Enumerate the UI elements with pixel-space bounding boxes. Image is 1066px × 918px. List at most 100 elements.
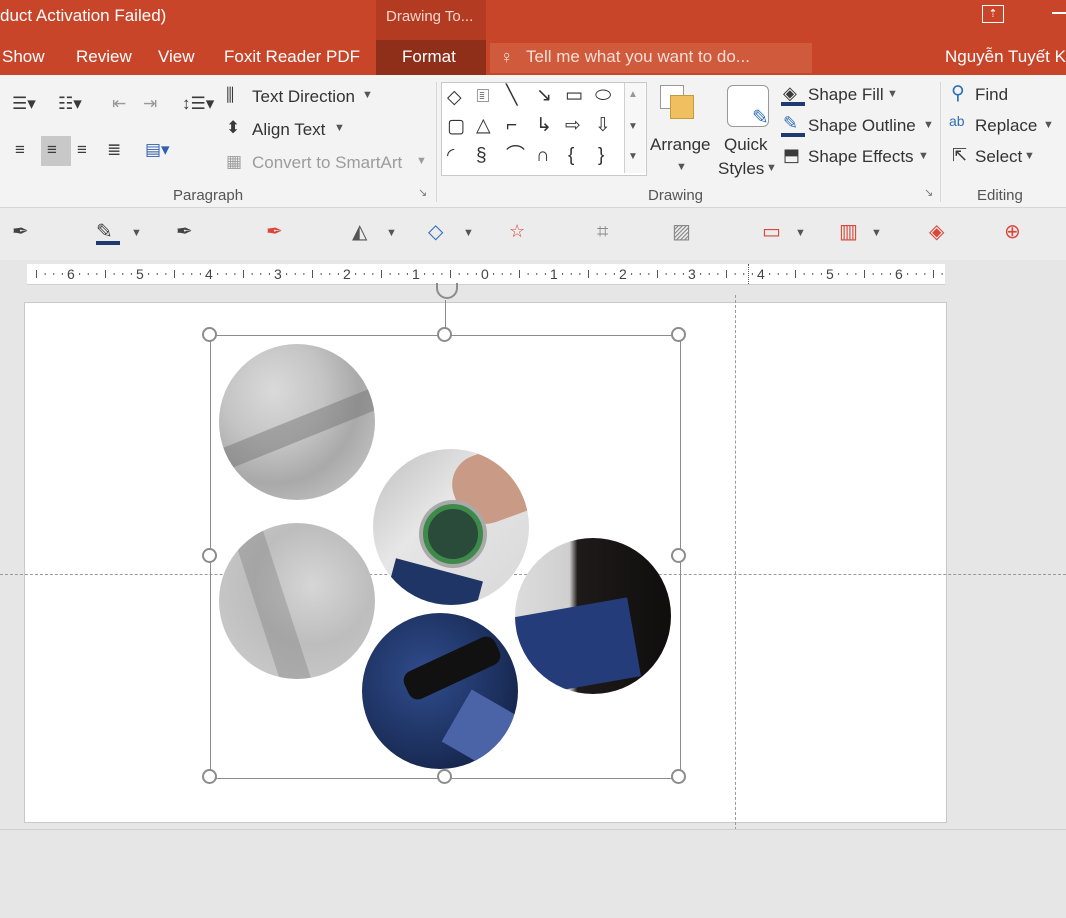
rotate-handle-icon[interactable] xyxy=(436,283,458,299)
chevron-down-icon[interactable]: ▼ xyxy=(334,123,345,134)
right-brace-shape-icon[interactable]: } xyxy=(598,146,604,165)
arrow-line-shape-icon[interactable]: ↘ xyxy=(536,86,552,105)
chevron-down-icon[interactable]: ▼ xyxy=(362,90,373,101)
eyedropper-icon[interactable]: ✒ xyxy=(176,222,193,242)
arc-shape-icon[interactable]: ⌒ xyxy=(506,146,525,165)
chevron-down-icon[interactable]: ▼ xyxy=(463,228,474,239)
justify-icon[interactable]: ≣ xyxy=(107,141,121,158)
elbow-connector-shape-icon[interactable]: ⌐ xyxy=(506,116,517,135)
select-cursor-icon[interactable]: ⇱ xyxy=(952,146,967,164)
resize-handle[interactable] xyxy=(671,548,686,563)
tell-me-placeholder[interactable]: Tell me what you want to do... xyxy=(526,47,750,67)
chevron-down-icon[interactable]: ▼ xyxy=(1043,120,1054,131)
right-arrow-shape-icon[interactable]: ⇨ xyxy=(565,116,581,135)
gallery-up-icon[interactable]: ▲ xyxy=(628,90,638,100)
target-icon[interactable]: ⊕ xyxy=(1004,222,1021,242)
chevron-down-icon[interactable]: ▼ xyxy=(676,162,687,173)
diamond-shape-icon[interactable]: ◇ xyxy=(447,88,462,107)
shape-tool-icon[interactable]: ◭ xyxy=(352,222,367,242)
oval-shape-icon[interactable]: ⬭ xyxy=(595,86,611,105)
chevron-down-icon[interactable]: ▼ xyxy=(887,89,898,100)
resize-handle[interactable] xyxy=(202,327,217,342)
decrease-indent-icon[interactable]: ⇤ xyxy=(112,95,126,112)
bullets-icon[interactable]: ☰▾ xyxy=(12,95,36,112)
down-arrow-shape-icon[interactable]: ⇩ xyxy=(595,116,611,135)
layers-icon[interactable]: ◈ xyxy=(929,222,944,242)
text-direction-icon[interactable]: ⫼ xyxy=(226,86,234,104)
align-text-button[interactable]: Align Text xyxy=(252,120,325,140)
chevron-down-icon[interactable]: ▼ xyxy=(923,120,934,131)
align-text-icon[interactable]: ⬍ xyxy=(226,119,240,136)
find-icon[interactable]: ⚲ xyxy=(951,84,965,103)
shapes-tool-icon[interactable]: ◇ xyxy=(428,222,443,242)
chevron-down-icon[interactable]: ▼ xyxy=(131,228,142,239)
smartart-icon[interactable]: ▦ xyxy=(226,153,242,170)
replace-button[interactable]: Replace xyxy=(975,116,1037,136)
textbox-shape-icon[interactable]: 🗉 xyxy=(476,87,490,106)
ribbon-display-options-icon[interactable]: ⇡ xyxy=(982,5,1004,23)
user-name[interactable]: Nguyễn Tuyết K xyxy=(945,47,1066,67)
tab-foxit-reader-pdf[interactable]: Foxit Reader PDF xyxy=(224,47,360,67)
resize-handle[interactable] xyxy=(671,769,686,784)
increase-indent-icon[interactable]: ⇥ xyxy=(143,95,157,112)
convert-smartart-button[interactable]: Convert to SmartArt xyxy=(252,153,402,173)
tab-review[interactable]: Review xyxy=(76,47,132,67)
resize-handle[interactable] xyxy=(437,769,452,784)
align-left-icon[interactable]: ≡ xyxy=(15,141,25,158)
picture-icon[interactable]: ▨ xyxy=(672,222,691,242)
paint-bucket-icon[interactable]: ◈ xyxy=(783,84,797,102)
triangle-shape-icon[interactable]: △ xyxy=(476,116,491,135)
chevron-down-icon[interactable]: ▼ xyxy=(795,228,806,239)
pen-outline-icon[interactable]: ✎ xyxy=(783,114,798,132)
vertical-guide[interactable] xyxy=(735,295,736,830)
pen-color-icon[interactable]: ✎ xyxy=(96,222,113,242)
shape-effects-icon[interactable]: ⬒ xyxy=(783,146,800,164)
quick-styles-label[interactable]: Quick xyxy=(724,135,767,155)
left-brace-shape-icon[interactable]: { xyxy=(568,146,574,165)
dialog-launcher-icon[interactable]: ↘ xyxy=(924,188,933,199)
resize-handle[interactable] xyxy=(202,548,217,563)
replace-icon[interactable]: ab xyxy=(949,114,965,128)
tab-view[interactable]: View xyxy=(158,47,195,67)
arrange-icon[interactable] xyxy=(670,95,694,119)
find-button[interactable]: Find xyxy=(975,85,1008,105)
resize-handle[interactable] xyxy=(202,769,217,784)
tab-slideshow[interactable]: Show xyxy=(2,47,45,67)
rectangle-shape-icon[interactable]: ▭ xyxy=(565,86,583,105)
align-center-icon[interactable]: ≡ xyxy=(47,141,57,158)
numbering-icon[interactable]: ☷▾ xyxy=(58,95,82,112)
slide-icon[interactable]: ▭ xyxy=(762,222,781,242)
star-icon[interactable]: ☆ xyxy=(509,222,525,240)
arrange-button[interactable]: Arrange xyxy=(650,135,710,155)
chevron-down-icon[interactable]: ▼ xyxy=(766,163,777,174)
dialog-launcher-icon[interactable]: ↘ xyxy=(418,188,427,199)
layout-icon[interactable]: ▥ xyxy=(839,222,858,242)
select-button[interactable]: Select xyxy=(975,147,1022,167)
curve-shape-icon[interactable]: ∩ xyxy=(536,146,550,165)
freeform-shape-icon[interactable]: ◜ xyxy=(447,146,454,165)
shape-effects-button[interactable]: Shape Effects xyxy=(808,147,914,167)
elbow-arrow-shape-icon[interactable]: ↳ xyxy=(536,116,552,135)
scribble-shape-icon[interactable]: § xyxy=(476,146,487,165)
shape-outline-button[interactable]: Shape Outline xyxy=(808,116,916,136)
rounded-rectangle-shape-icon[interactable]: ▢ xyxy=(447,117,465,136)
text-direction-button[interactable]: Text Direction xyxy=(252,87,355,107)
chevron-down-icon[interactable]: ▼ xyxy=(1024,151,1035,162)
line-shape-icon[interactable]: ╲ xyxy=(506,86,517,105)
align-right-icon[interactable]: ≡ xyxy=(77,141,87,158)
chevron-down-icon[interactable]: ▼ xyxy=(871,228,882,239)
eyedropper-icon[interactable]: ✒ xyxy=(266,222,283,242)
line-spacing-icon[interactable]: ↕☰▾ xyxy=(182,95,214,112)
resize-handle[interactable] xyxy=(437,327,452,342)
gallery-more-icon[interactable]: ▼ xyxy=(628,152,638,162)
chevron-down-icon[interactable]: ▼ xyxy=(386,228,397,239)
shape-fill-button[interactable]: Shape Fill xyxy=(808,85,884,105)
eyedropper-icon[interactable]: ✒ xyxy=(12,222,29,242)
gallery-down-icon[interactable]: ▼ xyxy=(628,122,638,132)
minimize-icon[interactable] xyxy=(1052,12,1066,14)
chevron-down-icon[interactable]: ▼ xyxy=(918,151,929,162)
quick-styles-label-2[interactable]: Styles xyxy=(718,159,764,179)
columns-icon[interactable]: ▤▾ xyxy=(145,141,170,158)
crop-icon[interactable]: ⌗ xyxy=(597,222,608,242)
tab-format[interactable]: Format xyxy=(402,47,456,67)
